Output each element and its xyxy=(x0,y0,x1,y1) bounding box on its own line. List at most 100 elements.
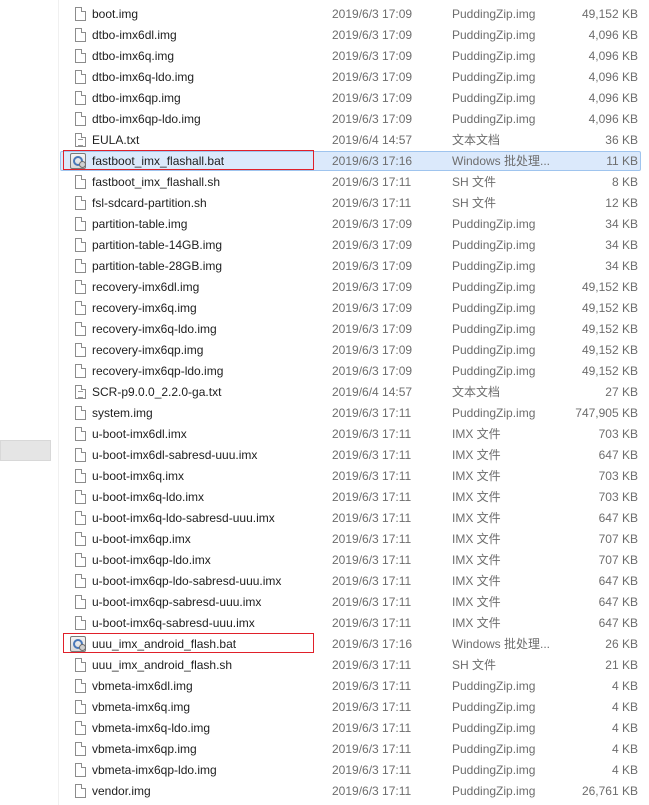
file-size: 49,152 KB xyxy=(581,280,638,294)
file-icon xyxy=(75,196,86,210)
file-modified-date: 2019/6/3 17:16 xyxy=(332,637,413,651)
file-icon xyxy=(75,616,86,630)
file-row[interactable]: u-boot-imx6qp-sabresd-uuu.imx 2019/6/3 17… xyxy=(60,592,649,613)
file-row[interactable]: vbmeta-imx6q-ldo.img 2019/6/3 17:11 Puddin… xyxy=(60,718,649,739)
file-row[interactable]: system.img 2019/6/3 17:11 PuddingZip.img 74… xyxy=(60,403,649,424)
file-size: 703 KB xyxy=(598,469,638,483)
file-type: PuddingZip.img xyxy=(452,742,536,756)
file-type: IMX 文件 xyxy=(452,595,501,609)
file-type: IMX 文件 xyxy=(452,616,501,630)
file-type: PuddingZip.img xyxy=(452,364,536,378)
file-row[interactable]: dtbo-imx6qp-ldo.img 2019/6/3 17:09 Pudding… xyxy=(60,109,649,130)
file-size: 11 KB xyxy=(606,154,638,168)
file-type: IMX 文件 xyxy=(452,553,501,567)
file-icon xyxy=(75,469,86,483)
file-size: 49,152 KB xyxy=(581,322,638,336)
file-name: vbmeta-imx6dl.img xyxy=(92,679,193,693)
file-size: 4,096 KB xyxy=(588,70,638,84)
file-row[interactable]: dtbo-imx6dl.img 2019/6/3 17:09 PuddingZip.… xyxy=(60,25,649,46)
file-row[interactable]: EULA.txt 2019/6/4 14:57 文本文档 36 KB xyxy=(60,130,649,151)
file-icon xyxy=(75,364,86,378)
file-row[interactable]: u-boot-imx6dl-sabresd-uuu.imx 2019/6/3 17… xyxy=(60,445,649,466)
file-row[interactable]: dtbo-imx6q-ldo.img 2019/6/3 17:09 PuddingZ… xyxy=(60,67,649,88)
file-type: PuddingZip.img xyxy=(452,343,536,357)
file-name: vbmeta-imx6q.img xyxy=(92,700,191,714)
file-row[interactable]: vbmeta-imx6qp-ldo.img 2019/6/3 17:11 Puddi… xyxy=(60,760,649,781)
file-modified-date: 2019/6/3 17:11 xyxy=(332,553,412,567)
file-icon xyxy=(75,217,86,231)
file-name: u-boot-imx6q.imx xyxy=(92,469,185,483)
file-type: IMX 文件 xyxy=(452,574,501,588)
file-name: u-boot-imx6q-sabresd-uuu.imx xyxy=(92,616,255,630)
batch-file-icon xyxy=(70,153,86,169)
file-icon xyxy=(75,784,86,798)
file-row[interactable]: u-boot-imx6q.imx 2019/6/3 17:11 IMX 文件 703 … xyxy=(60,466,649,487)
file-size: 12 KB xyxy=(605,196,638,210)
file-name: dtbo-imx6qp.img xyxy=(92,91,181,105)
file-row[interactable]: u-boot-imx6dl.imx 2019/6/3 17:11 IMX 文件 703… xyxy=(60,424,649,445)
file-modified-date: 2019/6/3 17:11 xyxy=(332,532,412,546)
navigation-pane[interactable] xyxy=(0,0,58,805)
nav-pane-selected-item[interactable] xyxy=(0,440,51,461)
file-type: IMX 文件 xyxy=(452,448,501,462)
file-row[interactable]: u-boot-imx6qp.imx 2019/6/3 17:11 IMX 文件 707… xyxy=(60,529,649,550)
pane-splitter[interactable] xyxy=(58,0,59,805)
file-row[interactable]: recovery-imx6q.img 2019/6/3 17:09 PuddingZ… xyxy=(60,298,649,319)
file-size: 707 KB xyxy=(598,553,638,567)
file-name: u-boot-imx6qp.imx xyxy=(92,532,191,546)
file-row[interactable]: recovery-imx6qp-ldo.img 2019/6/3 17:09 Pud… xyxy=(60,361,649,382)
file-row[interactable]: uuu_imx_android_flash.bat 2019/6/3 17:16 W… xyxy=(60,633,649,655)
file-row[interactable]: boot.img 2019/6/3 17:09 PuddingZip.img 49,1… xyxy=(60,4,649,25)
file-modified-date: 2019/6/3 17:11 xyxy=(332,448,412,462)
file-icon xyxy=(75,343,86,357)
file-row[interactable]: recovery-imx6dl.img 2019/6/3 17:09 Pudding… xyxy=(60,277,649,298)
text-file-icon xyxy=(75,385,86,399)
file-modified-date: 2019/6/3 17:09 xyxy=(332,70,413,84)
file-row[interactable]: u-boot-imx6q-ldo.imx 2019/6/3 17:11 IMX 文件… xyxy=(60,487,649,508)
file-modified-date: 2019/6/3 17:11 xyxy=(332,406,412,420)
file-name: dtbo-imx6dl.img xyxy=(92,28,177,42)
file-icon xyxy=(75,700,86,714)
file-row[interactable]: u-boot-imx6q-ldo-sabresd-uuu.imx 2019/6/3… xyxy=(60,508,649,529)
file-row[interactable]: fsl-sdcard-partition.sh 2019/6/3 17:11 SH … xyxy=(60,193,649,214)
file-type: IMX 文件 xyxy=(452,427,501,441)
file-row[interactable]: dtbo-imx6q.img 2019/6/3 17:09 PuddingZip.i… xyxy=(60,46,649,67)
file-row[interactable]: fastboot_imx_flashall.sh 2019/6/3 17:11 SH… xyxy=(60,172,649,193)
file-row[interactable]: partition-table-14GB.img 2019/6/3 17:09 Pu… xyxy=(60,235,649,256)
file-size: 49,152 KB xyxy=(581,7,638,21)
file-type: SH 文件 xyxy=(452,196,497,210)
file-row[interactable]: u-boot-imx6qp-ldo-sabresd-uuu.imx 2019/6/… xyxy=(60,571,649,592)
file-modified-date: 2019/6/3 17:09 xyxy=(332,91,413,105)
file-type: PuddingZip.img xyxy=(452,721,536,735)
file-row[interactable]: SCR-p9.0.0_2.2.0-ga.txt 2019/6/4 14:57 文本文… xyxy=(60,382,649,403)
file-type: PuddingZip.img xyxy=(452,259,536,273)
file-row[interactable]: vbmeta-imx6qp.img 2019/6/3 17:11 PuddingZi… xyxy=(60,739,649,760)
file-name: fastboot_imx_flashall.bat xyxy=(92,154,225,168)
file-icon xyxy=(75,322,86,336)
file-row[interactable]: vbmeta-imx6dl.img 2019/6/3 17:11 PuddingZi… xyxy=(60,676,649,697)
file-modified-date: 2019/6/3 17:09 xyxy=(332,301,413,315)
file-list: boot.img 2019/6/3 17:09 PuddingZip.img 49,1… xyxy=(60,4,649,802)
file-modified-date: 2019/6/3 17:11 xyxy=(332,175,412,189)
file-type: PuddingZip.img xyxy=(452,112,536,126)
file-icon xyxy=(75,595,86,609)
file-row[interactable]: fastboot_imx_flashall.bat 2019/6/3 17:16 W… xyxy=(60,150,649,172)
file-icon xyxy=(75,259,86,273)
file-icon xyxy=(75,280,86,294)
file-modified-date: 2019/6/3 17:11 xyxy=(332,595,412,609)
file-icon xyxy=(75,7,86,21)
file-row[interactable]: recovery-imx6q-ldo.img 2019/6/3 17:09 Pudd… xyxy=(60,319,649,340)
file-name: u-boot-imx6qp-ldo-sabresd-uuu.imx xyxy=(92,574,282,588)
file-row[interactable]: vendor.img 2019/6/3 17:11 PuddingZip.img 26… xyxy=(60,781,649,802)
file-row[interactable]: vbmeta-imx6q.img 2019/6/3 17:11 PuddingZip… xyxy=(60,697,649,718)
file-row[interactable]: dtbo-imx6qp.img 2019/6/3 17:09 PuddingZip.… xyxy=(60,88,649,109)
file-row[interactable]: partition-table-28GB.img 2019/6/3 17:09 Pu… xyxy=(60,256,649,277)
file-row[interactable]: u-boot-imx6qp-ldo.imx 2019/6/3 17:11 IMX 文… xyxy=(60,550,649,571)
file-name: uuu_imx_android_flash.bat xyxy=(92,637,237,651)
file-modified-date: 2019/6/3 17:11 xyxy=(332,658,412,672)
file-row[interactable]: u-boot-imx6q-sabresd-uuu.imx 2019/6/3 17:… xyxy=(60,613,649,634)
file-row[interactable]: uuu_imx_android_flash.sh 2019/6/3 17:11 SH… xyxy=(60,655,649,676)
file-name: u-boot-imx6qp-sabresd-uuu.imx xyxy=(92,595,262,609)
file-row[interactable]: partition-table.img 2019/6/3 17:09 Pudding… xyxy=(60,214,649,235)
file-row[interactable]: recovery-imx6qp.img 2019/6/3 17:09 Pudding… xyxy=(60,340,649,361)
